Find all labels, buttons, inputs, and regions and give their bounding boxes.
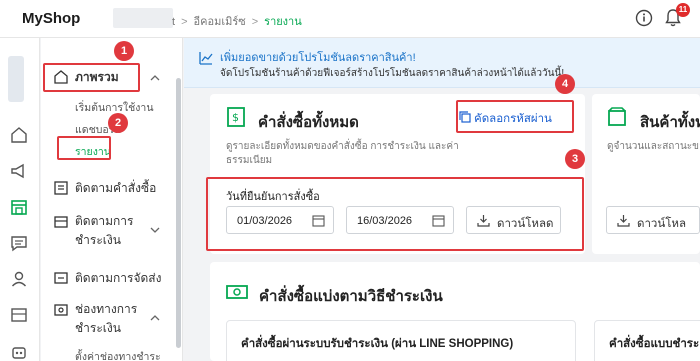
sidebar-item-shipping-tracking[interactable]: ติดตามการจัดส่ง: [41, 264, 182, 294]
user-icon[interactable]: [10, 270, 28, 288]
banner-title[interactable]: เพิ่มยอดขายด้วยโปรโมชันลดราคาสินค้า!: [220, 48, 416, 66]
top-bar: MyShop t > อีคอมเมิร์ซ > รายงาน 11: [0, 0, 700, 38]
orders-icon: [54, 181, 68, 195]
sidebar-item-label: ช่องทางการ ชำระเงิน: [75, 302, 138, 335]
annotation-box-4: [456, 100, 574, 133]
line-shopping-payment-title: คำสั่งซื้อผ่านระบบรับชำระเงิน (ผ่าน LINE…: [241, 338, 514, 350]
promo-banner: เพิ่มยอดขายด้วยโปรโมชันลดราคาสินค้า! จัด…: [184, 38, 700, 88]
megaphone-icon[interactable]: [10, 162, 28, 180]
sidebar-scrollbar[interactable]: [176, 78, 181, 348]
annotation-badge-4: 4: [555, 74, 575, 94]
channel-icon: [54, 304, 68, 316]
annotation-badge-2: 2: [108, 113, 128, 133]
breadcrumb-separator: >: [251, 16, 259, 28]
all-orders-description: ดูรายละเอียดทั้งหมดของคำสั่งซื้อ การชำระ…: [226, 141, 459, 166]
all-orders-title: คำสั่งซื้อทั้งหมด: [258, 114, 359, 131]
chat-icon[interactable]: [10, 234, 28, 252]
chart-growth-icon: [199, 52, 213, 65]
chevron-up-icon: [150, 75, 160, 81]
chevron-up-icon: [150, 315, 160, 321]
breadcrumb: t > อีคอมเมิร์ซ > รายงาน: [172, 12, 302, 30]
download-label: ดาวน์โหล: [637, 218, 687, 230]
shipping-icon: [54, 272, 68, 284]
other-payment-title: คำสั่งซื้อแบบชำระ: [609, 338, 700, 350]
breadcrumb-redacted: [113, 8, 173, 28]
annotation-box-2: [57, 136, 111, 160]
home-icon[interactable]: [10, 126, 28, 144]
sidebar-item-order-tracking[interactable]: ติดตามคำสั่งซื้อ: [41, 174, 182, 204]
sidebar-item-payment-tracking[interactable]: ติดตามการ ชำระเงิน: [41, 210, 182, 250]
info-icon[interactable]: [635, 9, 653, 27]
payment-method-title: คำสั่งซื้อแบ่งตามวิธีชำระเงิน: [259, 288, 443, 305]
box-icon: [608, 107, 626, 126]
avatar[interactable]: [8, 56, 24, 102]
breadcrumb-item[interactable]: t: [172, 16, 175, 28]
bot-icon[interactable]: [10, 343, 28, 361]
annotation-badge-3: 3: [565, 149, 585, 169]
all-products-title: สินค้าทั้งห: [640, 114, 700, 131]
annotation-badge-1: 1: [114, 41, 134, 61]
payment-icon: [54, 216, 68, 228]
cash-icon: [226, 285, 248, 299]
app-logo[interactable]: MyShop: [22, 10, 80, 27]
breadcrumb-item[interactable]: อีคอมเมิร์ซ: [194, 16, 246, 28]
sidebar-item-label: ติดตามคำสั่งซื้อ: [75, 181, 157, 195]
banner-subtitle: จัดโปรโมชันร้านค้าด้วยฟีเจอร์สร้างโปรโมช…: [220, 68, 565, 79]
receipt-icon: $: [227, 107, 245, 127]
table-icon[interactable]: [10, 306, 28, 324]
sidebar-item-label: ติดตามการ ชำระเงิน: [75, 214, 134, 247]
sidebar-item-payment-channels[interactable]: ช่องทางการ ชำระเงิน: [41, 298, 182, 338]
download-icon: [617, 215, 630, 227]
store-icon[interactable]: [10, 198, 28, 216]
notification-badge: 11: [676, 3, 690, 17]
other-payment-card[interactable]: คำสั่งซื้อแบบชำระ: [594, 320, 700, 361]
svg-text:$: $: [232, 111, 239, 124]
sidebar-subitem-payment-settings[interactable]: ตั้งค่าช่องทางชำระ: [75, 348, 161, 361]
breadcrumb-current: รายงาน: [264, 16, 302, 28]
line-shopping-payment-card[interactable]: คำสั่งซื้อผ่านระบบรับชำระเงิน (ผ่าน LINE…: [226, 320, 576, 361]
icon-rail: [0, 38, 40, 361]
chevron-down-icon: [150, 227, 160, 233]
sidebar-item-label: ติดตามการจัดส่ง: [75, 271, 162, 285]
breadcrumb-separator: >: [181, 16, 188, 28]
products-download-button[interactable]: ดาวน์โหล: [606, 206, 700, 234]
annotation-box-3: [206, 177, 584, 251]
annotation-box-1: [43, 63, 140, 92]
all-products-description: ดูจำนวนและสถานะของสิ: [607, 141, 700, 152]
